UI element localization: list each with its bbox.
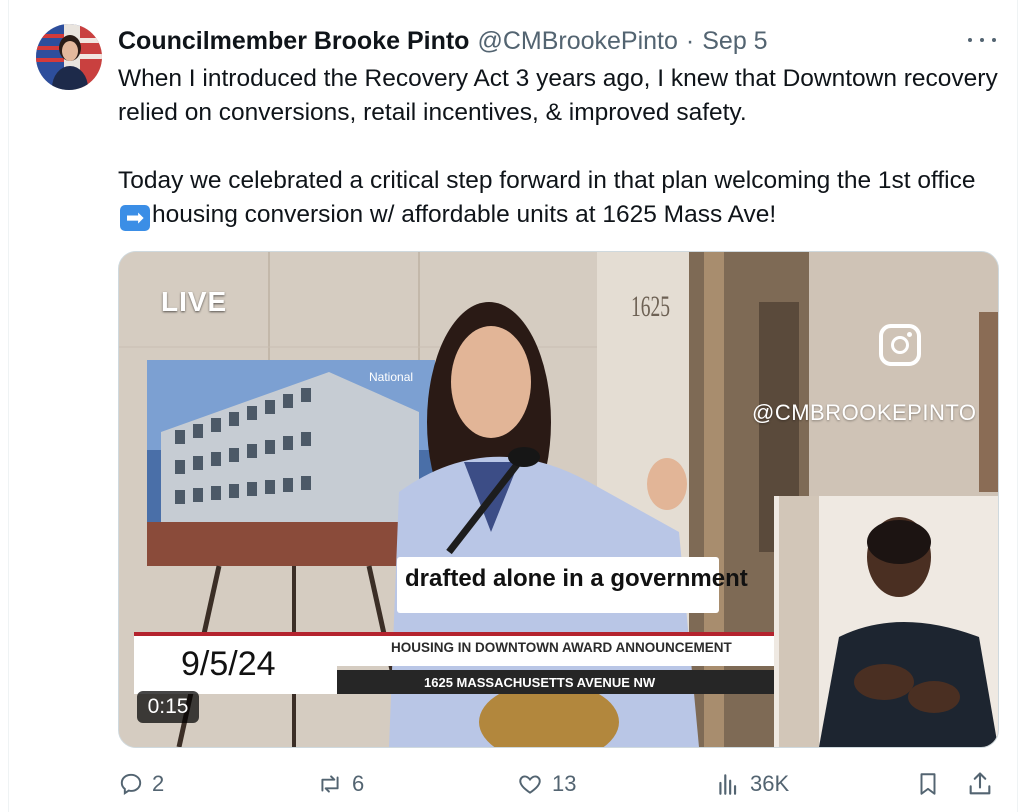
share-icon — [969, 772, 991, 795]
tweet-paragraph-2-part-1: Today we celebrated a critical step forw… — [118, 167, 976, 194]
instagram-handle-watermark: @CMBROOKEPINTO — [752, 400, 977, 425]
separator-dot: · — [685, 26, 695, 55]
avatar-photo — [36, 24, 102, 90]
video-player[interactable]: LIVE National 1625 @CMBROOKEPINTO drafte… — [118, 251, 999, 748]
tweet-text: When I introduced the Recovery Act 3 yea… — [118, 62, 998, 232]
like-icon — [519, 775, 541, 794]
tweet-header: Councilmember Brooke Pinto @CMBrookePint… — [118, 26, 768, 56]
instagram-icon — [879, 324, 921, 366]
reply-count: 2 — [152, 771, 165, 796]
tweet-paragraph-1: When I introduced the Recovery Act 3 yea… — [118, 65, 998, 126]
author-avatar[interactable] — [36, 24, 102, 90]
more-icon[interactable] — [968, 30, 996, 50]
right-arrow-emoji-icon: ➡ — [120, 205, 150, 231]
live-label: LIVE — [161, 286, 228, 317]
author-handle[interactable]: @CMBrookePinto — [477, 27, 677, 56]
lower-third-address: 1625 MASSACHUSETTS AVENUE NW — [424, 675, 656, 690]
bookmark-button[interactable] — [915, 764, 941, 804]
share-button[interactable] — [966, 764, 994, 804]
views-icon — [719, 774, 737, 795]
reply-icon — [120, 773, 142, 796]
tweet-date[interactable]: Sep 5 — [702, 27, 767, 56]
repost-button[interactable]: 6 — [316, 764, 364, 804]
building-number-sign: 1625 — [631, 290, 670, 323]
like-button[interactable]: 13 — [516, 764, 576, 804]
tweet-paragraph-2-part-2: housing conversion w/ affordable units a… — [152, 201, 777, 228]
reply-button[interactable]: 2 — [118, 764, 164, 804]
tweet-action-bar: 2 6 13 36K — [118, 764, 998, 804]
bookmark-icon — [920, 773, 936, 795]
like-count: 13 — [552, 771, 577, 796]
views-button[interactable]: 36K — [714, 764, 789, 804]
rendering-brand-label: National — [369, 370, 414, 384]
video-duration-badge: 0:15 — [137, 691, 199, 723]
lower-third-title: HOUSING IN DOWNTOWN AWARD ANNOUNCEMENT — [391, 640, 732, 655]
author-name[interactable]: Councilmember Brooke Pinto — [118, 27, 469, 56]
tweet-paragraph-2: Today we celebrated a critical step forw… — [118, 164, 998, 232]
repost-count: 6 — [352, 771, 365, 796]
caption-text: drafted alone in a government — [405, 565, 748, 592]
lower-third-date: 9/5/24 — [181, 645, 276, 683]
views-count: 36K — [750, 771, 790, 796]
repost-icon — [321, 775, 339, 793]
